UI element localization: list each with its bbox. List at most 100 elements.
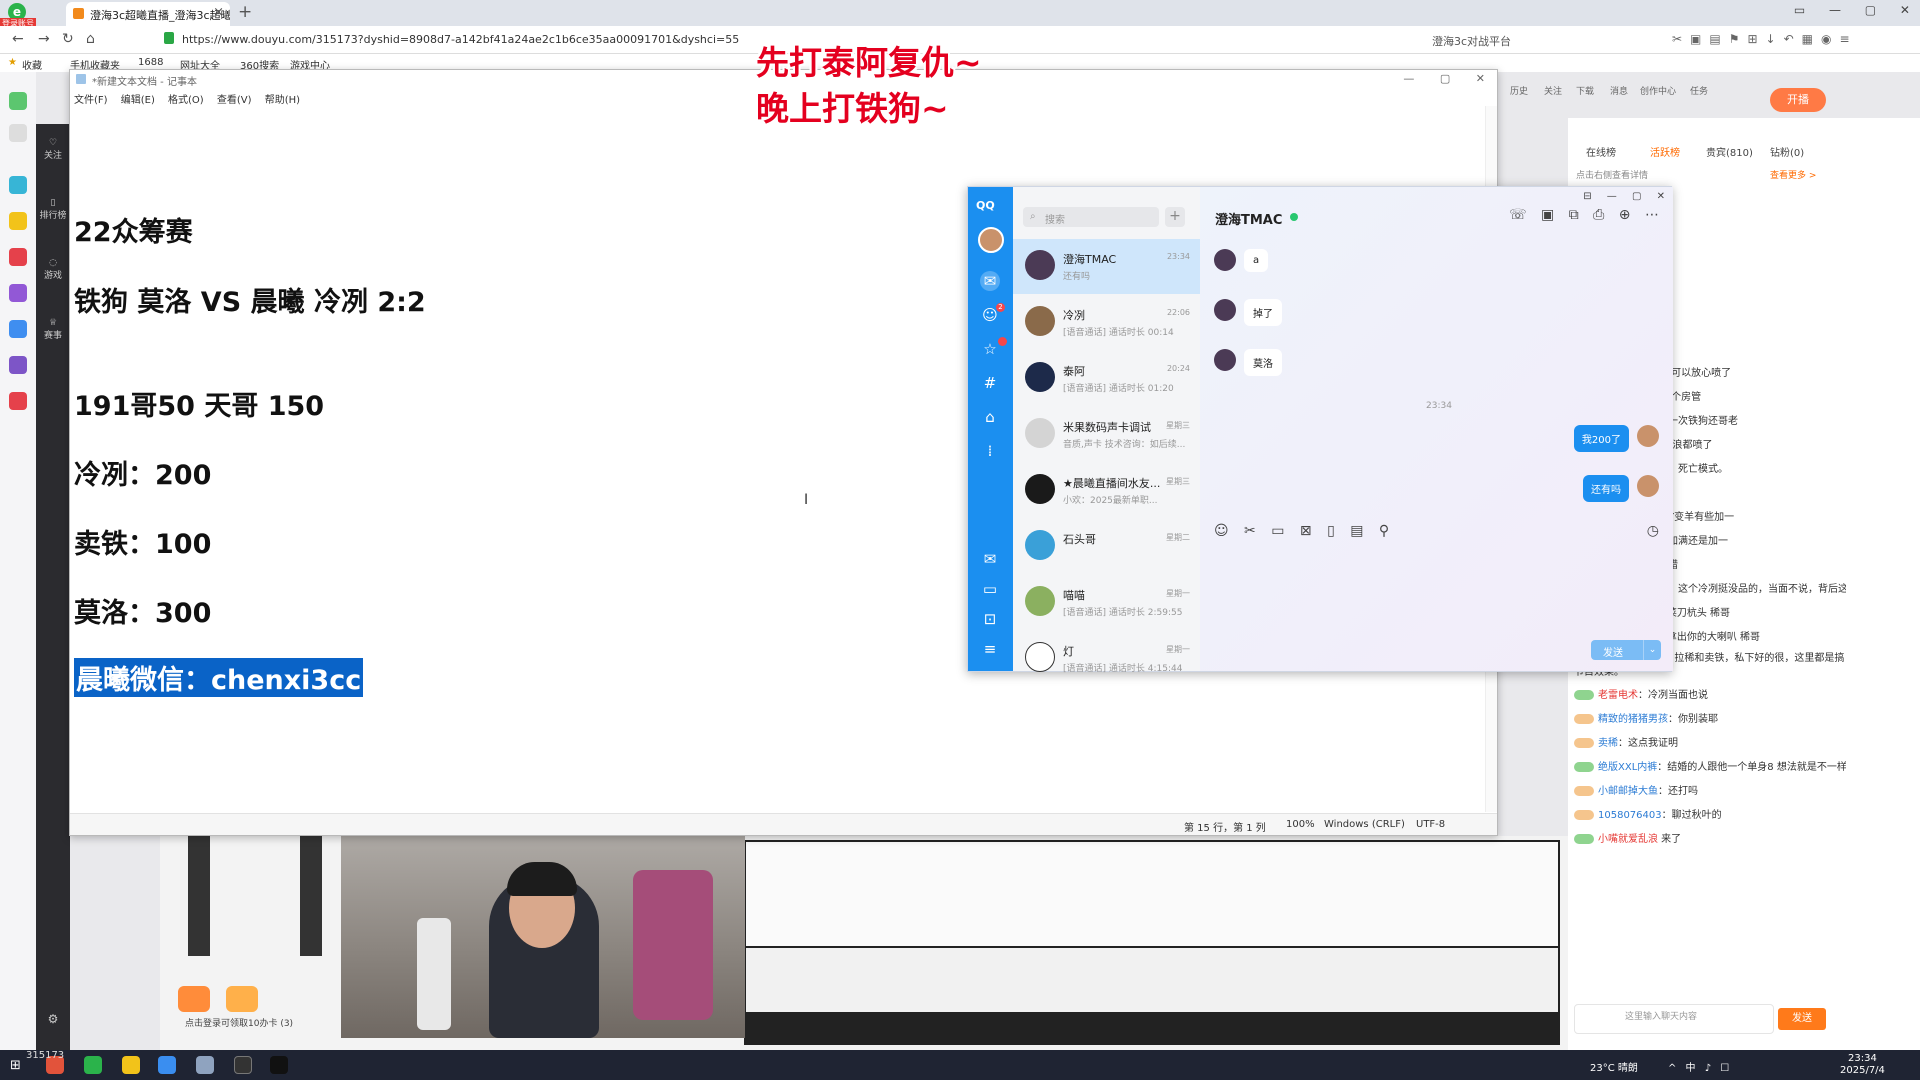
tab-diamond[interactable]: 钻粉(0) — [1770, 144, 1804, 159]
new-tab-button[interactable]: + — [238, 2, 252, 22]
chat-username[interactable]: 绝版XXL内裤 — [1598, 762, 1657, 773]
login-reward-caption[interactable]: 点击登录可领取10办卡 (3) — [185, 1016, 293, 1029]
gift-icon[interactable] — [178, 986, 210, 1012]
app-icon[interactable] — [9, 356, 27, 374]
taskbar: ⊞ 23°C 晴朗 ^ 中 ♪ ☐ 23:34 2025/7/4 — [0, 1050, 1920, 1080]
folder-icon[interactable]: ▭ — [980, 579, 1000, 599]
start-icon[interactable]: ⊞ — [10, 1058, 21, 1073]
my-avatar[interactable] — [978, 227, 1004, 253]
nav-follow[interactable]: ♡ 关注 — [36, 138, 70, 161]
notepad-title: *新建文本文档 - 记事本 — [92, 77, 197, 88]
taskbar-app-icon[interactable] — [84, 1056, 102, 1074]
apps-icon[interactable]: ⁞ — [980, 441, 1000, 461]
chat-username[interactable]: 1058076403 — [1598, 810, 1662, 821]
messages-icon[interactable]: ✉ — [980, 271, 1000, 291]
space-icon[interactable]: ⌂ — [980, 407, 1000, 427]
bookmark-item[interactable]: 1688 — [138, 57, 163, 68]
weather-widget[interactable]: 23°C 晴朗 — [1590, 1059, 1638, 1074]
fan-level-badge — [1574, 690, 1594, 700]
fan-level-badge — [1574, 834, 1594, 844]
creator-link[interactable]: 创作中心 — [1640, 84, 1676, 97]
reload-icon[interactable]: ↻ — [62, 31, 74, 47]
taskbar-app-icon[interactable] — [270, 1056, 288, 1074]
chat-action-icons[interactable]: ☏ ▣ ⧉ ⎙ ⊕ ⋯ — [1509, 207, 1659, 223]
forward-icon[interactable]: → — [38, 31, 50, 47]
conversation-item[interactable]: 澄海TMAC 23:34 还有吗 — [1013, 239, 1200, 294]
chat-username[interactable]: 精致的猪猪男孩 — [1598, 714, 1668, 725]
encoding: UTF-8 — [1416, 819, 1446, 830]
gift-icon[interactable] — [226, 986, 258, 1012]
nav-rank[interactable]: ▯ 排行榜 — [36, 198, 70, 221]
nested-stream-top — [746, 842, 1558, 946]
add-app-icon[interactable] — [9, 124, 27, 142]
conversation-preview: [语音通话] 通话时长 2:59:55 — [1063, 608, 1183, 618]
channel-icon[interactable]: # — [980, 373, 1000, 393]
conversation-item[interactable]: 冷冽 22:06 [语音通话] 通话时长 00:14 — [1013, 295, 1200, 350]
history-link[interactable]: 历史 — [1510, 84, 1528, 97]
qq-search-input[interactable]: ⌕ 搜索 — [1023, 207, 1159, 227]
menu-icon[interactable]: ≡ — [980, 639, 1000, 659]
game-app-icon[interactable] — [9, 392, 27, 410]
mail-icon[interactable]: ✉ — [980, 549, 1000, 569]
ai-app-icon[interactable] — [9, 320, 27, 338]
nav-games[interactable]: ◌ 游戏 — [36, 258, 70, 281]
conversation-item[interactable]: 喵喵 星期一 [语音通话] 通话时长 2:59:55 — [1013, 575, 1200, 630]
browser-toolbar-icons[interactable]: ✂▣▤⚑⊞↓↶▦◉≡ — [1672, 32, 1858, 46]
url-field[interactable]: https://www.douyu.com/315173?dyshid=8908… — [182, 33, 739, 46]
search-icon: ⌕ — [1030, 211, 1036, 222]
chat-input[interactable]: 这里输入聊天内容 — [1574, 1004, 1774, 1034]
qq-send-button[interactable]: 发送 ⌄ — [1591, 640, 1661, 660]
star-app-icon[interactable] — [9, 212, 27, 230]
settings-icon[interactable]: ⚙ — [36, 1012, 70, 1026]
taskbar-clock[interactable]: 23:34 2025/7/4 — [1840, 1053, 1885, 1077]
tab-active-rank[interactable]: 活跃榜 — [1650, 144, 1680, 159]
send-options-icon[interactable]: ⌄ — [1643, 640, 1661, 660]
nav-events-label: 赛事 — [43, 331, 62, 341]
tab-close-icon[interactable]: × — [213, 5, 224, 20]
taskbar-app-icon[interactable] — [122, 1056, 140, 1074]
back-icon[interactable]: ← — [12, 31, 24, 47]
panel-more-link[interactable]: 查看更多 > — [1770, 168, 1816, 181]
conversation-item[interactable]: 石头哥 星期二 — [1013, 519, 1200, 574]
tab-online-rank[interactable]: 在线榜 — [1586, 144, 1616, 159]
qq-window-controls[interactable]: ⊟ — ▢ ✕ — [1583, 191, 1665, 202]
chat-username[interactable]: 小嘴就爱乱浪 — [1598, 834, 1658, 845]
bookmark-icon[interactable]: ⊡ — [980, 609, 1000, 629]
tasks-link[interactable]: 任务 — [1690, 84, 1708, 97]
chat-username[interactable]: 卖稀 — [1598, 738, 1618, 749]
compose-toolbar[interactable]: ☺ ✂ ▭ ⊠ ▯ ▤ ⚲ — [1214, 523, 1389, 539]
browser-window-controls[interactable]: ▭ — ▢ ✕ — [1794, 3, 1910, 17]
chat-send-button[interactable]: 发送 — [1778, 1008, 1826, 1030]
start-broadcast-button[interactable]: 开播 — [1770, 88, 1826, 112]
fan-level-badge — [1574, 738, 1594, 748]
conversation-item[interactable]: 泰阿 20:24 [语音通话] 通话时长 01:20 — [1013, 351, 1200, 406]
taskbar-app-icon[interactable] — [158, 1056, 176, 1074]
home-app-icon[interactable] — [9, 92, 27, 110]
history-clock-icon[interactable]: ◷ — [1647, 523, 1659, 539]
messages-link[interactable]: 消息 — [1610, 84, 1628, 97]
browser-tab[interactable]: 澄海3c超曦直播_澄海3c超曦 × — [66, 2, 230, 26]
conversation-item[interactable]: ★晨曦直播间水友... 星期三 小欢：2025最新单职... — [1013, 463, 1200, 518]
notepad-menu[interactable]: 文件(F) 编辑(E) 格式(O) 查看(V) 帮助(H) — [74, 91, 300, 106]
chat-username[interactable]: 老雷电术 — [1598, 690, 1638, 701]
tab-vip[interactable]: 贵宾(810) — [1706, 144, 1753, 159]
app-icon[interactable] — [9, 284, 27, 302]
notepad-window-controls[interactable]: — ▢ ✕ — [1403, 72, 1485, 85]
taskbar-app-icon[interactable] — [234, 1056, 252, 1074]
qq-add-button[interactable]: + — [1165, 207, 1185, 227]
system-tray[interactable]: ^ 中 ♪ ☐ — [1668, 1059, 1729, 1074]
nav-events[interactable]: ♕ 赛事 — [36, 318, 70, 341]
conversation-item[interactable]: 米果数码声卡调试 星期三 音质,声卡 技术咨询：如后续... — [1013, 407, 1200, 462]
follow-link[interactable]: 关注 — [1544, 84, 1562, 97]
taskbar-app-icon[interactable] — [196, 1056, 214, 1074]
chat-username[interactable]: 小邮邮掉大鱼 — [1598, 786, 1658, 797]
home-icon[interactable]: ⌂ — [86, 31, 95, 47]
app-icon[interactable] — [9, 248, 27, 266]
favorites-icon[interactable]: ☆ — [980, 339, 1000, 359]
download-link[interactable]: 下载 — [1576, 84, 1594, 97]
conversation-item[interactable]: 灯 星期一 [语音通话] 通话时长 4:15:44 — [1013, 631, 1200, 686]
bookmark-item[interactable]: 收藏 — [22, 57, 42, 72]
browser-search-box[interactable]: 澄海3c对战平台 — [1432, 33, 1511, 49]
qq-send-label: 发送 — [1603, 648, 1623, 659]
app-icon[interactable] — [9, 176, 27, 194]
